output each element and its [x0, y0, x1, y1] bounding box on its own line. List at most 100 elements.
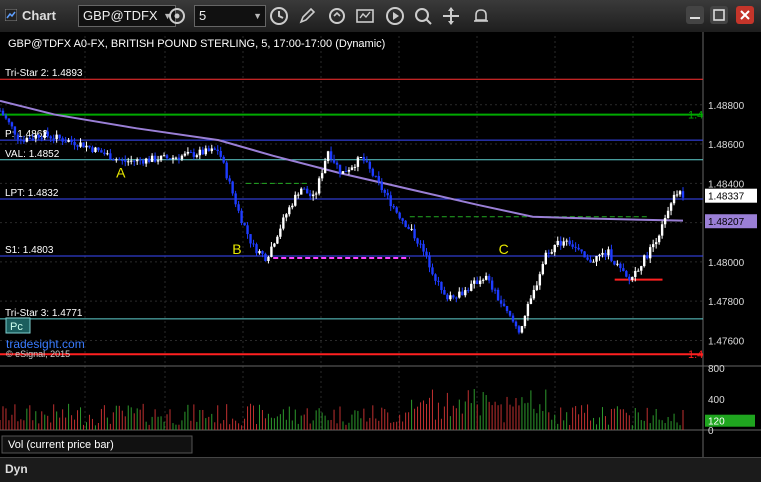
price-bar-body	[183, 153, 187, 156]
price-bar-body	[225, 162, 228, 179]
price-bar-body	[672, 194, 676, 204]
price-bar-body	[222, 156, 225, 163]
price-bar-body	[565, 240, 568, 242]
price-bar-body	[177, 157, 181, 160]
price-bar-body	[338, 164, 342, 174]
price-bar-body	[523, 315, 527, 327]
price-bar-body	[228, 178, 231, 182]
price-bar-body	[616, 263, 619, 265]
price-bar-body	[353, 166, 357, 168]
price-bar-body	[162, 155, 166, 157]
price-bar-body	[186, 151, 190, 154]
bell-icon	[474, 9, 488, 22]
symbol-lookup-button[interactable]	[166, 5, 188, 27]
price-bar-body	[165, 155, 169, 159]
price-bar-body	[192, 152, 196, 157]
alert-button[interactable]	[470, 5, 492, 27]
price-bar-body	[476, 280, 479, 285]
price-bar-body	[437, 280, 440, 282]
price-bar-body	[499, 300, 503, 304]
price-bar-body	[109, 153, 112, 160]
price-bar-body	[52, 138, 55, 140]
price-bar-body	[171, 157, 175, 160]
price-bar-body	[159, 155, 163, 161]
price-bar-body	[619, 263, 622, 269]
dyn-label: Dyn	[5, 462, 28, 476]
play-button[interactable]	[384, 5, 406, 27]
pan-button[interactable]	[440, 5, 462, 27]
zoom-button[interactable]	[412, 5, 434, 27]
maximize-icon	[713, 9, 725, 21]
annotation-label: C	[499, 241, 509, 257]
chart-area[interactable]: 1.476001.478001.480001.482001.484001.486…	[0, 32, 761, 457]
price-bar-body	[1, 110, 5, 116]
price-bar-body	[467, 290, 470, 292]
minimize-button[interactable]	[686, 6, 704, 24]
pc-label: Pc	[10, 321, 23, 333]
chevron-down-icon[interactable]: ▼	[253, 6, 262, 26]
price-bar-body	[335, 162, 339, 165]
price-bar-body	[508, 311, 512, 316]
price-bar-body	[127, 161, 130, 163]
price-bar-body	[455, 297, 458, 299]
price-bar-body	[493, 289, 497, 291]
interval-clock-button[interactable]	[268, 5, 290, 27]
play-icon	[386, 7, 404, 25]
chart-background	[0, 32, 761, 457]
price-bar-body	[16, 134, 20, 140]
price-bar-body	[505, 306, 509, 312]
price-tick-label: 1.48800	[708, 101, 745, 112]
price-bar-body	[34, 134, 37, 139]
price-bar-body	[487, 275, 491, 281]
price-bar-body	[344, 171, 348, 173]
price-bar-body	[374, 175, 377, 177]
symbol-input[interactable]: GBP@TDFX ▼	[78, 5, 176, 27]
price-bar-body	[210, 148, 213, 152]
price-bar-body	[675, 194, 679, 196]
price-bar-body	[473, 280, 476, 284]
price-bar-body	[320, 173, 324, 179]
price-bar-body	[634, 270, 637, 277]
interval-input[interactable]: 5 ▼	[194, 5, 266, 27]
price-bar-body	[631, 276, 634, 280]
price-bar-body	[431, 267, 434, 275]
price-bar-body	[646, 255, 649, 259]
price-bar-body	[362, 157, 366, 161]
price-bar-body	[535, 285, 539, 290]
price-bar-body	[347, 169, 351, 172]
study-button[interactable]	[354, 5, 376, 27]
pencil-icon	[299, 7, 316, 24]
price-bar-body	[276, 236, 279, 244]
price-bar-body	[383, 189, 386, 193]
price-bar-body	[571, 244, 574, 247]
price-bar-body	[270, 246, 273, 257]
price-bar-body	[25, 137, 29, 142]
price-bar-body	[464, 290, 467, 296]
level-label: Tri-Star 2: 1.4893	[5, 68, 83, 79]
price-bar-body	[654, 242, 658, 245]
price-bar-body	[392, 206, 395, 208]
price-tick-label: 1.47800	[708, 297, 745, 308]
price-bar-body	[94, 147, 97, 152]
price-bar-body	[666, 210, 670, 219]
price-bar-body	[458, 291, 461, 298]
price-bar-body	[207, 148, 210, 152]
close-button[interactable]	[736, 6, 754, 24]
price-bar-body	[598, 254, 601, 256]
price-bar-body	[246, 225, 249, 235]
price-bar-body	[121, 159, 124, 161]
refresh-icon	[329, 8, 345, 24]
price-bar-body	[198, 149, 202, 156]
price-bar-body	[580, 249, 583, 252]
price-bar-body	[7, 118, 11, 123]
price-bar-body	[61, 138, 64, 142]
price-bar-body	[350, 167, 354, 170]
refresh-button[interactable]	[326, 5, 348, 27]
maximize-button[interactable]	[710, 6, 728, 24]
price-bar-body	[398, 212, 401, 219]
draw-tool-button[interactable]	[296, 5, 318, 27]
price-bar-body	[669, 203, 673, 211]
price-bar-body	[234, 193, 237, 205]
price-bar-body	[484, 275, 488, 280]
price-bar-body	[243, 222, 246, 226]
